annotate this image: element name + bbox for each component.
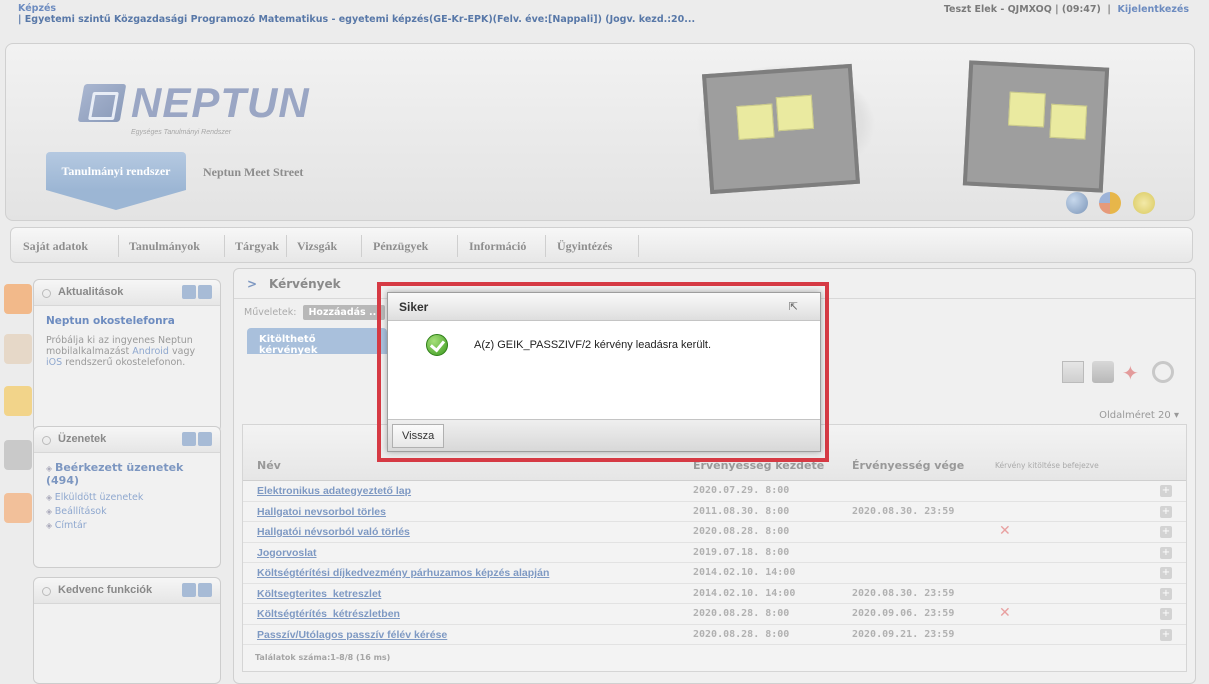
dialog-footer: Vissza bbox=[388, 419, 820, 451]
dialog-body: A(z) GEIK_PASSZIVF/2 kérvény leadásra ke… bbox=[388, 321, 820, 419]
success-check-icon bbox=[426, 334, 448, 356]
success-dialog: Siker ⇱ A(z) GEIK_PASSZIVF/2 kérvény lea… bbox=[387, 292, 821, 452]
dialog-title: Siker bbox=[399, 300, 429, 314]
back-button[interactable]: Vissza bbox=[392, 424, 445, 448]
popout-icon[interactable]: ⇱ bbox=[789, 300, 798, 313]
dialog-message: A(z) GEIK_PASSZIVF/2 kérvény leadásra ke… bbox=[474, 339, 711, 351]
dialog-header: Siker ⇱ bbox=[388, 293, 820, 321]
